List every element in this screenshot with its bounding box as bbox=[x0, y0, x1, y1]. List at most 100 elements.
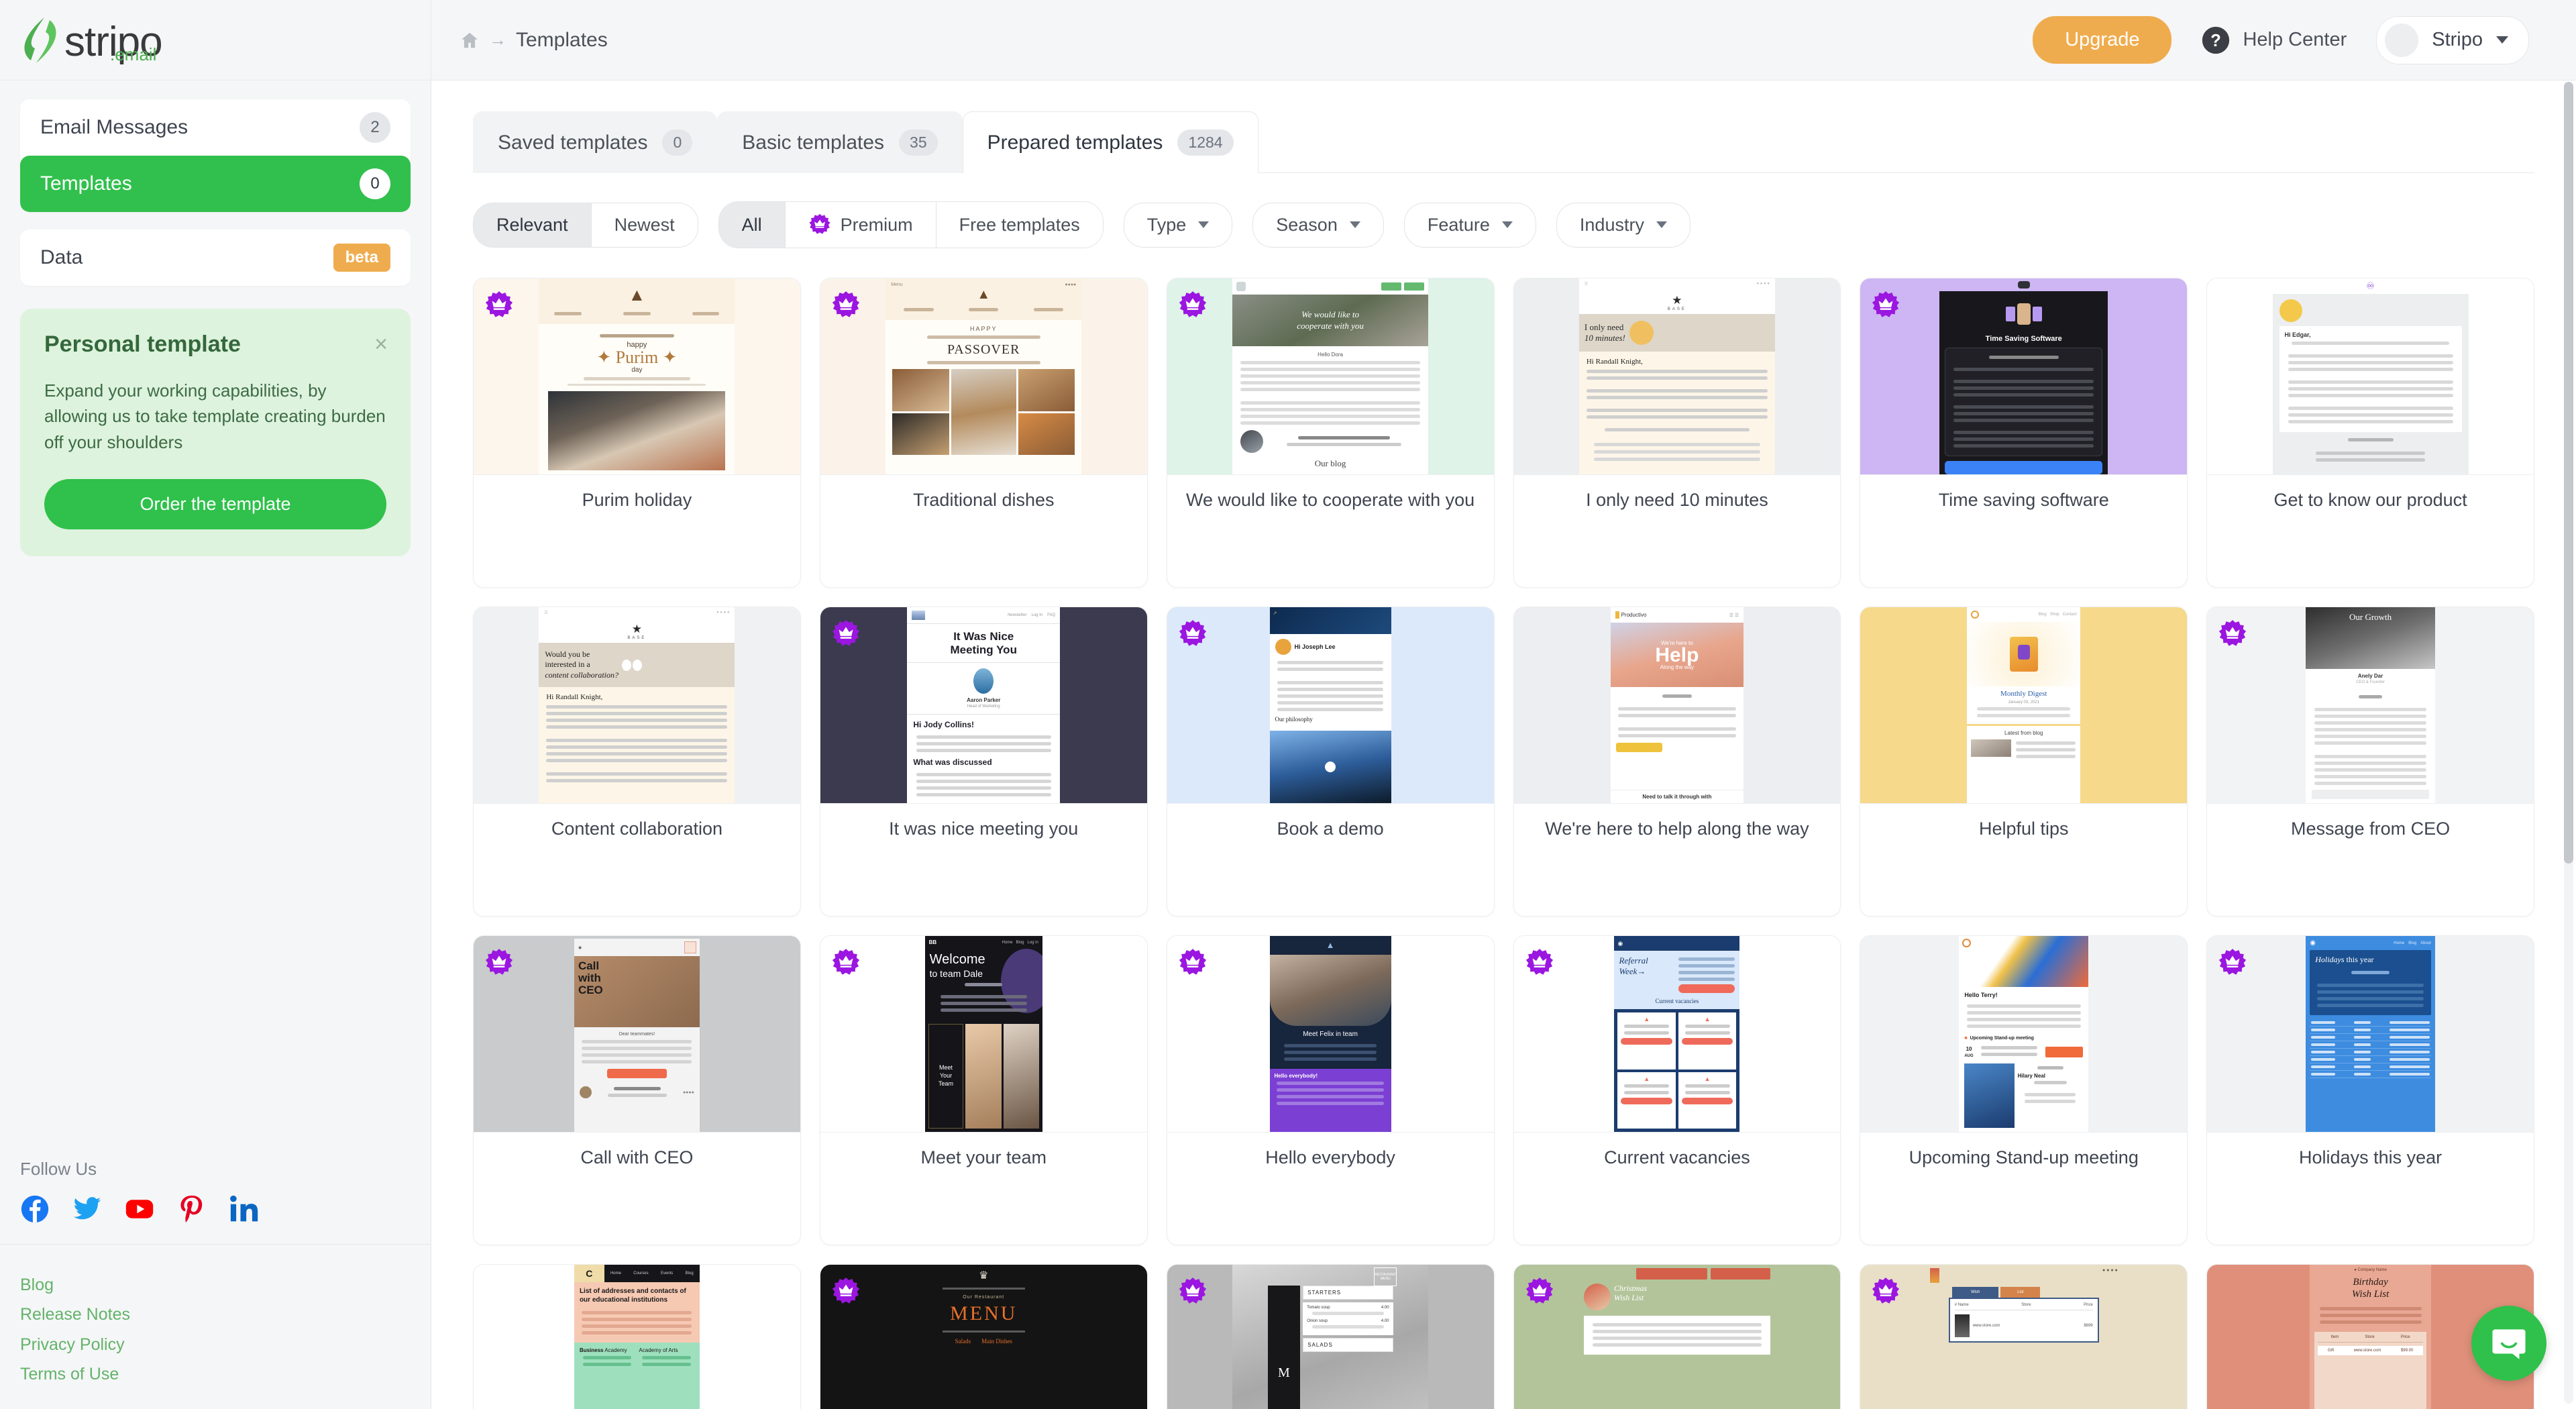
avatar bbox=[2385, 23, 2419, 57]
premium-crown-icon bbox=[485, 291, 513, 317]
tab-saved-templates[interactable]: Saved templates 0 bbox=[473, 111, 718, 173]
sort-relevant[interactable]: Relevant bbox=[474, 203, 591, 247]
help-center-link[interactable]: ? Help Center bbox=[2201, 25, 2347, 55]
template-card[interactable]: Menu ●●●● ▲ HAPPY PASSOVER Traditional di… bbox=[819, 278, 1148, 588]
filter-industry[interactable]: Industry bbox=[1556, 202, 1690, 248]
upgrade-button[interactable]: Upgrade bbox=[2033, 16, 2172, 64]
tab-prepared-templates[interactable]: Prepared templates 1284 bbox=[962, 111, 1258, 173]
scrollbar-thumb[interactable] bbox=[2564, 82, 2573, 864]
pinterest-icon[interactable] bbox=[177, 1194, 207, 1224]
beta-badge: beta bbox=[333, 244, 390, 272]
template-title: It was nice meeting you bbox=[820, 803, 1147, 841]
template-thumbnail: ★ Call with CEO Dear teammates! ●●●● bbox=[474, 936, 800, 1132]
templates-count: 0 bbox=[360, 168, 390, 199]
template-card[interactable]: ♛ Our Restaurant MENU Salads Main Dishes bbox=[819, 1264, 1148, 1409]
sort-newest[interactable]: Newest bbox=[590, 203, 698, 247]
template-card[interactable]: ☰ ● ● ● ● ★ BASE Would you be interested in… bbox=[473, 607, 801, 917]
template-thumbnail: ◉ Referral Week→ Current vacancies ▲ ▲ ▲ … bbox=[1513, 936, 1841, 1132]
youtube-icon[interactable] bbox=[125, 1194, 154, 1224]
plan-all[interactable]: All bbox=[718, 202, 785, 248]
tab-count: 1284 bbox=[1177, 129, 1234, 156]
main-area: → Templates Upgrade ? Help Center Stripo bbox=[431, 0, 2576, 1409]
template-card[interactable]: ☰ ● ● ● ● ★ BASE I only need 10 minutes! Hi… bbox=[1513, 278, 1841, 588]
tab-basic-templates[interactable]: Basic templates 35 bbox=[717, 111, 963, 173]
filter-season[interactable]: Season bbox=[1252, 202, 1384, 248]
chat-bubble-icon bbox=[2492, 1329, 2526, 1359]
scrollbar[interactable] bbox=[2564, 82, 2573, 1404]
template-card[interactable]: Newsletter Log In FAQ It Was Nice Meeting Y… bbox=[819, 607, 1148, 917]
footer-link-privacy-policy[interactable]: Privacy Policy bbox=[20, 1333, 411, 1357]
premium-crown-icon bbox=[1525, 1277, 1553, 1304]
template-tabs: Saved templates 0 Basic templates 35 Pre… bbox=[473, 111, 2534, 173]
template-title: Helpful tips bbox=[1860, 803, 2188, 841]
template-thumbnail: We would like to cooperate with you Hello… bbox=[1167, 278, 1494, 474]
facebook-icon[interactable] bbox=[20, 1194, 50, 1224]
template-title: Message from CEO bbox=[2207, 803, 2534, 841]
template-card[interactable]: ♾ Hi Edgar, Get to know our product bbox=[2206, 278, 2534, 588]
follow-us: Follow Us bbox=[0, 1159, 431, 1244]
logo[interactable]: stripo bbox=[0, 0, 431, 81]
sidebar-footer-links: Blog Release Notes Privacy Policy Terms … bbox=[0, 1244, 431, 1409]
template-card[interactable]: ↗ Hi Joseph Lee Our philosophy Book a de… bbox=[1166, 607, 1495, 917]
template-card[interactable]: We would like to cooperate with you Hello… bbox=[1166, 278, 1495, 588]
template-card[interactable]: ▲ Meet Felix in team Hello everybody! He… bbox=[1166, 935, 1495, 1245]
topbar: → Templates Upgrade ? Help Center Stripo bbox=[431, 0, 2576, 81]
template-grid: ▲ happy ✦ Purim ✦ day Purim holiday Menu… bbox=[473, 278, 2534, 1409]
topbar-actions: Upgrade ? Help Center Stripo bbox=[2033, 15, 2529, 64]
premium-crown-icon bbox=[832, 291, 859, 317]
template-title: We would like to cooperate with you bbox=[1167, 474, 1494, 513]
sidebar-item-data[interactable]: Data beta bbox=[20, 229, 411, 286]
template-thumbnail: Time Saving Software bbox=[1860, 278, 2188, 474]
template-card[interactable]: ▲ happy ✦ Purim ✦ day Purim holiday bbox=[473, 278, 801, 588]
template-card[interactable]: Hello Terry! ■ Upcoming Stand-up meeting … bbox=[1860, 935, 2188, 1245]
filter-bar: Relevant Newest All Premium Free templat… bbox=[473, 173, 2534, 248]
nav-group-data: Data beta bbox=[20, 229, 411, 286]
chevron-down-icon bbox=[1198, 221, 1210, 228]
social-links bbox=[20, 1194, 411, 1224]
premium-crown-icon bbox=[832, 620, 859, 646]
sidebar-item-templates[interactable]: Templates 0 bbox=[20, 156, 411, 212]
user-menu[interactable]: Stripo bbox=[2376, 15, 2529, 64]
template-thumbnail: ▲ happy ✦ Purim ✦ day bbox=[474, 278, 800, 474]
template-card[interactable]: ◉ Referral Week→ Current vacancies ▲ ▲ ▲ … bbox=[1513, 935, 1841, 1245]
personal-template-promo: × Personal template Expand your working … bbox=[20, 309, 411, 557]
footer-link-release-notes[interactable]: Release Notes bbox=[20, 1302, 411, 1326]
template-card[interactable]: ◉ Home Blog About Holidays this year Holid… bbox=[2206, 935, 2534, 1245]
tab-label: Prepared templates bbox=[987, 131, 1163, 154]
linkedin-icon[interactable] bbox=[229, 1194, 259, 1224]
home-icon[interactable] bbox=[460, 30, 480, 50]
chevron-down-icon bbox=[1501, 221, 1513, 228]
order-the-template-button[interactable]: Order the template bbox=[44, 479, 386, 530]
template-card[interactable]: Our Growth Anely Dar CEO & Founder Messa… bbox=[2206, 607, 2534, 917]
plan-premium[interactable]: Premium bbox=[784, 202, 936, 248]
template-card[interactable]: Time Saving Software Time saving softwar… bbox=[1860, 278, 2188, 588]
email-messages-count: 2 bbox=[360, 112, 390, 143]
chat-widget-button[interactable] bbox=[2471, 1306, 2546, 1381]
template-card[interactable]: BB Home Blog Log in Welcome to team Dale M… bbox=[819, 935, 1148, 1245]
template-card[interactable]: ★ Call with CEO Dear teammates! ●●●● Call … bbox=[473, 935, 801, 1245]
template-card[interactable]: ● ● ● ● Wish List # Name Store Price www.s… bbox=[1860, 1264, 2188, 1409]
template-card[interactable]: Blog Shop Contact Monthly Digest January 0… bbox=[1860, 607, 2188, 917]
close-icon[interactable]: × bbox=[374, 333, 388, 356]
chevron-down-icon bbox=[1656, 221, 1667, 228]
plan-free[interactable]: Free templates bbox=[935, 202, 1103, 248]
template-card[interactable]: Productivo ☰ ☰ We're here to Help Along … bbox=[1513, 607, 1841, 917]
app-root: stripo .email Email Messages 2 Templates… bbox=[0, 0, 2576, 1409]
footer-link-blog[interactable]: Blog bbox=[20, 1273, 411, 1297]
filter-feature[interactable]: Feature bbox=[1403, 202, 1536, 248]
chevron-down-icon bbox=[1349, 221, 1360, 228]
template-thumbnail: ♛ Our Restaurant MENU Salads Main Dishes bbox=[820, 1265, 1147, 1409]
template-card[interactable]: RESTAURANT MENU M STARTERS Tomato soup 4.0… bbox=[1166, 1264, 1495, 1409]
footer-link-terms-of-use[interactable]: Terms of Use bbox=[20, 1362, 411, 1386]
template-title: Holidays this year bbox=[2207, 1132, 2534, 1170]
premium-crown-icon bbox=[1872, 1277, 1900, 1304]
sidebar-item-label: Email Messages bbox=[40, 116, 189, 138]
sidebar-item-email-messages[interactable]: Email Messages 2 bbox=[20, 99, 411, 156]
breadcrumb-current[interactable]: Templates bbox=[516, 29, 608, 52]
template-thumbnail: Hello Terry! ■ Upcoming Stand-up meeting … bbox=[1860, 936, 2188, 1132]
twitter-icon[interactable] bbox=[72, 1194, 102, 1224]
premium-crown-icon bbox=[832, 1277, 859, 1304]
template-card[interactable]: C Home Courses Events Blog List of addresse… bbox=[473, 1264, 801, 1409]
filter-type[interactable]: Type bbox=[1123, 202, 1233, 248]
template-card[interactable]: Christmas Wish List bbox=[1513, 1264, 1841, 1409]
